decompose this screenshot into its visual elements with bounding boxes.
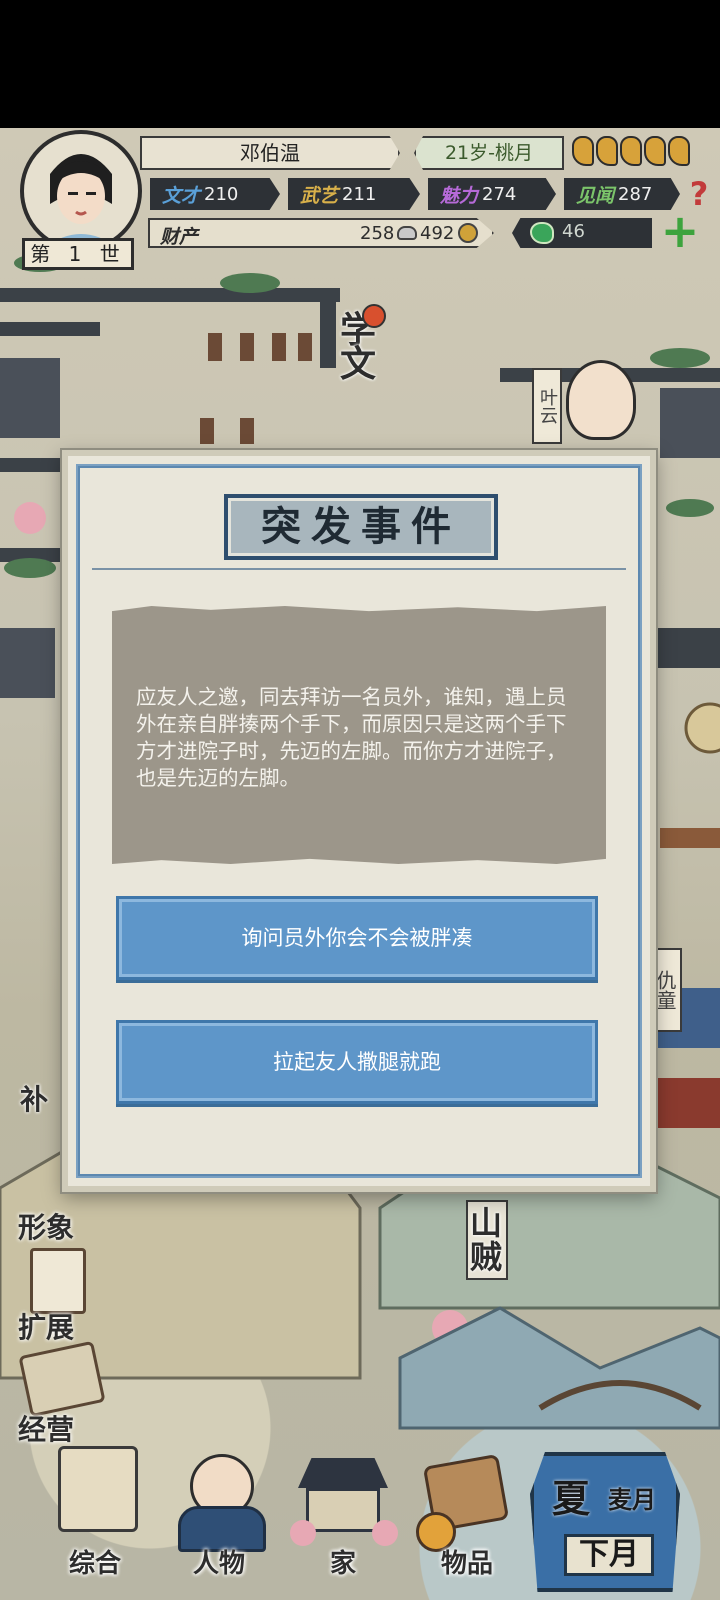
event-dialog: 突发事件 应友人之邀，同去拜访一名员外，谁知，遇上员外在亲自胖揍两个手下，而原因… <box>62 450 656 1192</box>
event-story-box: 应友人之邀，同去拜访一名员外，谁知，遇上员外在亲自胖揍两个手下，而原因只是这两个… <box>112 606 606 864</box>
dialog-title: 突发事件 <box>224 494 498 560</box>
choice-button-run[interactable]: 拉起友人撒腿就跑 <box>116 1020 598 1104</box>
event-story-text: 应友人之邀，同去拜访一名员外，谁知，遇上员外在亲自胖揍两个手下，而原因只是这两个… <box>136 685 567 790</box>
title-divider <box>92 568 626 570</box>
dialog-overlay: 突发事件 应友人之邀，同去拜访一名员外，谁知，遇上员外在亲自胖揍两个手下，而原因… <box>0 0 720 1600</box>
choice-button-ask[interactable]: 询问员外你会不会被胖凑 <box>116 896 598 980</box>
